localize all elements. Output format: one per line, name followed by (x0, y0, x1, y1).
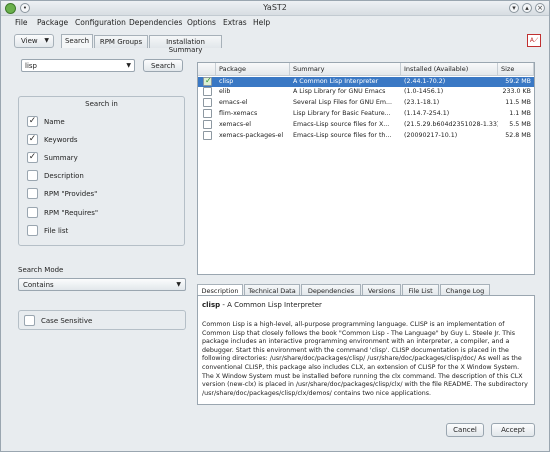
package-version: (21.5.29.b604d2351028-1.33) (404, 121, 498, 128)
title-bar: • YaST2 ▾ ▴ × (1, 1, 549, 16)
install-checkbox[interactable] (203, 109, 212, 118)
package-summary: Emacs-Lisp source files for X... (293, 121, 390, 128)
tab-rpm-groups[interactable]: RPM Groups (94, 35, 148, 48)
install-checkbox[interactable] (203, 87, 212, 96)
package-size: 52.8 MB (505, 132, 531, 139)
package-size: 11.5 MB (505, 99, 531, 106)
search-in-title: Search in (85, 100, 118, 108)
checkbox[interactable] (24, 315, 35, 326)
checkbox[interactable] (27, 207, 38, 218)
column-header-installed[interactable]: Installed (Available) (401, 63, 498, 76)
package-summary: A Lisp Library for GNU Emacs (293, 88, 386, 95)
column-header-summary[interactable]: Summary (290, 63, 401, 76)
checkbox[interactable] (27, 225, 38, 236)
option-label: RPM "Requires" (44, 209, 99, 217)
package-summary: A Common Lisp Interpreter (293, 78, 379, 85)
package-name: emacs-el (219, 99, 248, 106)
search-mode-select[interactable]: Contains ▼ (18, 278, 186, 291)
package-name: elib (219, 88, 231, 95)
menu-help[interactable]: Help (253, 18, 270, 27)
chevron-down-icon: ▼ (176, 281, 181, 288)
menu-package[interactable]: Package (37, 18, 68, 27)
close-icon[interactable]: × (535, 3, 545, 13)
option-label: Summary (44, 154, 78, 162)
package-name: xemacs-packages-el (219, 132, 284, 139)
package-summary: Lisp Library for Basic Feature... (293, 110, 391, 117)
maximize-icon[interactable]: ▴ (522, 3, 532, 13)
option-label: Name (44, 118, 65, 126)
package-summary: Emacs-Lisp source files for th... (293, 132, 392, 139)
package-version: (2.44.1-70.2) (404, 78, 446, 85)
column-header-package[interactable]: Package (216, 63, 290, 76)
package-size: 59.2 MB (505, 78, 531, 85)
menu-bar: File Package Configuration Dependencies … (1, 16, 549, 30)
package-size: 5.5 MB (509, 121, 531, 128)
description-package-name: clisp (202, 301, 221, 309)
chevron-down-icon: ▼ (44, 37, 49, 44)
tab-search[interactable]: Search (61, 34, 93, 48)
menu-options[interactable]: Options (187, 18, 216, 27)
table-row[interactable]: xemacs-packages-el Emacs-Lisp source fil… (198, 131, 534, 141)
package-table: Package Summary Installed (Available) Si… (197, 62, 535, 275)
table-row[interactable]: clisp A Common Lisp Interpreter (2.44.1-… (198, 76, 534, 87)
description-text: Common Lisp is a high-level, all-purpose… (202, 321, 528, 397)
menu-configuration[interactable]: Configuration (75, 18, 126, 27)
case-sensitive-group: Case Sensitive (18, 310, 186, 330)
accept-button[interactable]: Accept (491, 423, 535, 437)
view-label: View (21, 37, 38, 45)
checkbox[interactable]: ✓ (27, 152, 38, 163)
column-header-size[interactable]: Size (498, 63, 534, 76)
search-input[interactable]: lisp ▼ (21, 59, 135, 72)
package-size: 233.0 KB (502, 88, 531, 95)
description-package-summary: - A Common Lisp Interpreter (220, 301, 322, 309)
case-sensitive-label: Case Sensitive (41, 317, 93, 325)
install-checkbox[interactable] (203, 98, 212, 107)
checkbox[interactable] (27, 170, 38, 181)
option-label: File list (44, 227, 69, 235)
package-summary: Several Lisp Files for GNU Em... (293, 99, 393, 106)
search-mode-label: Search Mode (18, 266, 64, 274)
table-row[interactable]: elib A Lisp Library for GNU Emacs (1.0-1… (198, 87, 534, 97)
package-name: clisp (219, 78, 234, 85)
menu-extras[interactable]: Extras (223, 18, 247, 27)
package-version: (23.1-18.1) (404, 99, 440, 106)
option-label: Description (44, 172, 84, 180)
tab-installation-summary[interactable]: Installation Summary (149, 35, 222, 54)
option-label: RPM "Provides" (44, 190, 98, 198)
search-mode-value: Contains (23, 281, 54, 289)
minimize-icon[interactable]: ▾ (509, 3, 519, 13)
package-name: xemacs-el (219, 121, 252, 128)
menu-file[interactable]: File (15, 18, 28, 27)
menu-dependencies[interactable]: Dependencies (129, 18, 182, 27)
package-size: 1.1 MB (509, 110, 531, 117)
column-header-status[interactable] (198, 63, 216, 76)
table-row[interactable]: flim-xemacs Lisp Library for Basic Featu… (198, 109, 534, 119)
option-label: Keywords (44, 136, 78, 144)
chevron-down-icon[interactable]: ▼ (126, 62, 131, 69)
install-checkbox[interactable] (203, 131, 212, 140)
package-name: flim-xemacs (219, 110, 258, 117)
checkbox[interactable]: ✓ (27, 134, 38, 145)
cancel-button[interactable]: Cancel (446, 423, 484, 437)
window-title: YaST2 (263, 3, 287, 12)
checkbox[interactable] (27, 188, 38, 199)
search-button[interactable]: Search (143, 59, 183, 72)
help-icon[interactable]: A⟋ (527, 34, 541, 47)
table-row[interactable]: xemacs-el Emacs-Lisp source files for X.… (198, 120, 534, 130)
install-checkbox[interactable] (203, 120, 212, 129)
package-version: (1.0-1456.1) (404, 88, 444, 95)
description-panel: clisp - A Common Lisp Interpreter Common… (197, 295, 535, 405)
package-version: (1.14.7-254.1) (404, 110, 450, 117)
search-in-group: Search in ✓ Name ✓ Keywords ✓ Summary De… (18, 96, 185, 246)
description-heading: clisp - A Common Lisp Interpreter (202, 301, 530, 309)
package-version: (20090217-10.1) (404, 132, 458, 139)
yast-window: • YaST2 ▾ ▴ × File Package Configuration… (0, 0, 550, 452)
checkbox[interactable]: ✓ (27, 116, 38, 127)
table-row[interactable]: emacs-el Several Lisp Files for GNU Em..… (198, 98, 534, 108)
view-button[interactable]: View ▼ (14, 34, 54, 48)
search-query: lisp (25, 62, 37, 70)
install-checkbox[interactable] (203, 76, 212, 86)
